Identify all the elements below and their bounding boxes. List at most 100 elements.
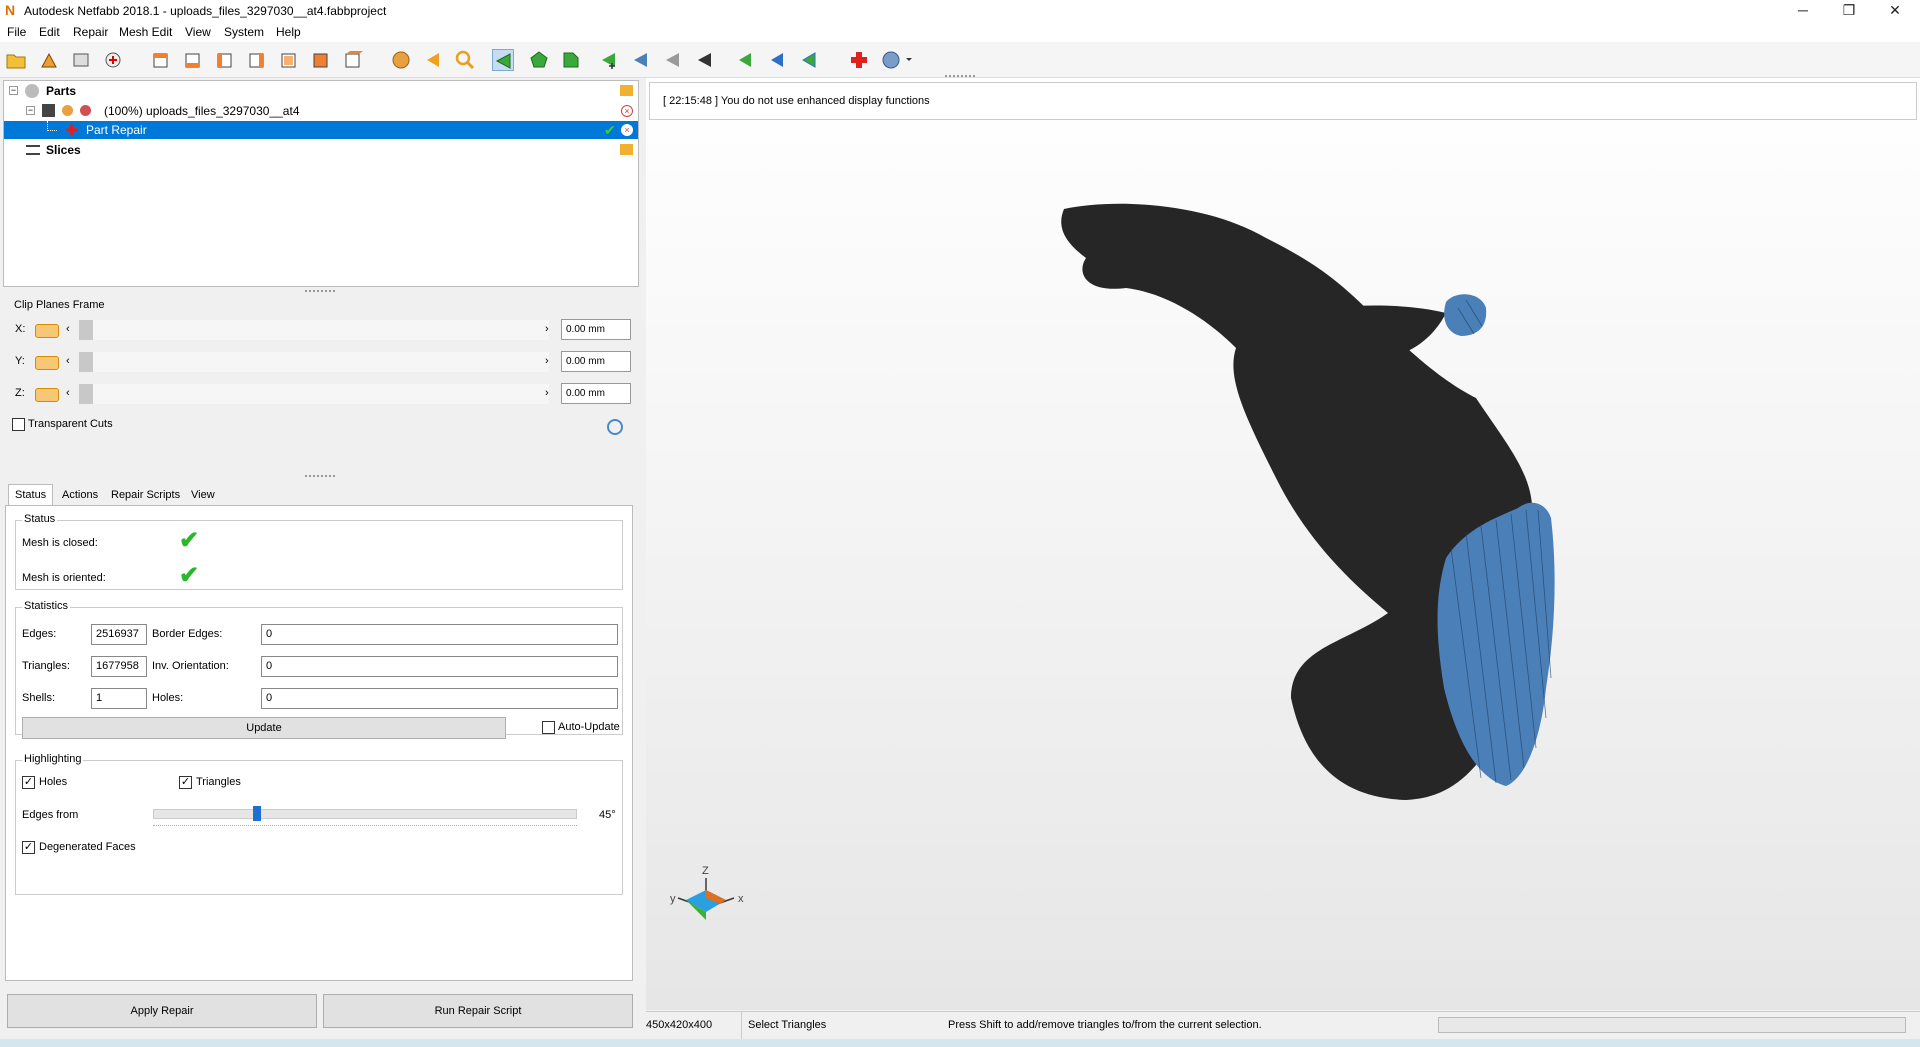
menu-help[interactable]: Help	[276, 25, 301, 39]
parts-folder-icon[interactable]	[620, 85, 633, 96]
slider-thumb[interactable]	[79, 320, 93, 340]
nav-back-green-icon[interactable]	[734, 49, 756, 71]
holes-label: Holes:	[152, 692, 184, 704]
clip-toggle-icon[interactable]	[35, 388, 59, 402]
view-back-icon[interactable]	[182, 49, 204, 71]
print-icon[interactable]	[70, 49, 92, 71]
axis-x-label: x	[738, 893, 744, 905]
open-folder-icon[interactable]	[5, 49, 27, 71]
slider-right-arrow-icon[interactable]: ›	[545, 355, 549, 367]
apply-check-icon[interactable]: ✔	[604, 121, 616, 139]
tree-parts-node[interactable]: − Parts	[4, 82, 638, 100]
view-iso-icon[interactable]	[342, 49, 364, 71]
tree-slices-node[interactable]: Slices	[4, 141, 638, 159]
tree-part-node[interactable]: − (100%) uploads_files_3297030__at4 ×	[4, 102, 638, 120]
select-surface-icon[interactable]	[528, 49, 550, 71]
slider-thumb[interactable]	[253, 806, 261, 821]
reset-clip-icon[interactable]	[607, 419, 623, 435]
tab-repair-scripts[interactable]: Repair Scripts	[104, 484, 187, 506]
edges-from-label: Edges from	[22, 809, 79, 821]
clip-value-y[interactable]: 0.00 mm	[561, 351, 631, 372]
triangles-checkbox[interactable]: ✓	[179, 776, 192, 789]
slices-folder-icon[interactable]	[620, 144, 633, 155]
clip-slider-y[interactable]	[79, 352, 549, 372]
apply-repair-button[interactable]: Apply Repair	[7, 994, 317, 1028]
slider-left-arrow-icon[interactable]: ‹	[66, 387, 70, 399]
part-color-icon[interactable]	[80, 105, 91, 116]
slider-right-arrow-icon[interactable]: ›	[545, 323, 549, 335]
status-group: Status Mesh is closed: ✔ Mesh is oriente…	[15, 513, 623, 590]
slider-left-arrow-icon[interactable]: ‹	[66, 355, 70, 367]
edges-angle-slider[interactable]	[153, 809, 577, 819]
arrow-left-icon[interactable]	[422, 49, 444, 71]
shading-sphere-icon[interactable]	[390, 49, 412, 71]
edges-angle-value: 45°	[599, 809, 616, 821]
clip-value-z[interactable]: 0.00 mm	[561, 383, 631, 404]
slider-left-arrow-icon[interactable]: ‹	[66, 323, 70, 335]
collapse-icon[interactable]: −	[26, 106, 35, 115]
clip-slider-z[interactable]	[79, 384, 549, 404]
repair-tabs-panel: Status Actions Repair Scripts View Statu…	[5, 484, 635, 982]
axis-y-label: y	[670, 893, 676, 905]
auto-update-checkbox[interactable]	[542, 721, 555, 734]
select-shell-icon[interactable]	[560, 49, 582, 71]
menu-view[interactable]: View	[185, 25, 211, 39]
repair-cross-icon[interactable]	[848, 49, 870, 71]
slider-thumb[interactable]	[79, 384, 93, 404]
clip-toggle-icon[interactable]	[35, 356, 59, 370]
add-triangle-icon[interactable]	[598, 49, 620, 71]
splitter-handle[interactable]	[305, 475, 335, 479]
menu-edit[interactable]: Edit	[39, 25, 60, 39]
mesh-split-icon[interactable]	[630, 49, 652, 71]
restore-button[interactable]: ❐	[1826, 0, 1872, 22]
zoom-icon[interactable]	[454, 49, 476, 71]
nav-back-blue-icon[interactable]	[766, 49, 788, 71]
degenerated-faces-checkbox[interactable]: ✓	[22, 841, 35, 854]
window-title: Autodesk Netfabb 2018.1 - uploads_files_…	[24, 4, 387, 18]
slider-thumb[interactable]	[79, 352, 93, 372]
mesh-model[interactable]: Z y x	[646, 78, 1920, 1010]
close-button[interactable]: ✕	[1872, 0, 1918, 22]
select-triangles-icon[interactable]	[492, 49, 514, 71]
cancel-repair-icon[interactable]: ×	[621, 124, 633, 136]
mesh-tool-dark-icon[interactable]	[694, 49, 716, 71]
view-top-icon[interactable]	[278, 49, 300, 71]
add-part-icon[interactable]	[38, 49, 60, 71]
add-icon[interactable]	[102, 49, 124, 71]
clip-slider-x[interactable]	[79, 320, 549, 340]
remove-part-icon[interactable]: ×	[621, 105, 633, 117]
minimize-button[interactable]: ─	[1780, 0, 1826, 22]
menu-repair[interactable]: Repair	[73, 25, 108, 39]
status-hint: Press Shift to add/remove triangles to/f…	[948, 1019, 1262, 1031]
border-edges-label: Border Edges:	[152, 628, 223, 640]
menu-system[interactable]: System	[224, 25, 264, 39]
view-front-icon[interactable]	[150, 49, 172, 71]
tab-view[interactable]: View	[184, 484, 222, 506]
update-button[interactable]: Update	[22, 717, 506, 739]
collapse-icon[interactable]: −	[9, 86, 18, 95]
netfabb-logo-icon: N	[5, 2, 16, 18]
transparent-cuts-checkbox[interactable]	[12, 418, 25, 431]
mesh-tool-icon[interactable]	[662, 49, 684, 71]
view-right-icon[interactable]	[246, 49, 268, 71]
view-left-icon[interactable]	[214, 49, 236, 71]
tree-connector	[47, 121, 57, 131]
highlighting-group-title: Highlighting	[22, 753, 84, 765]
3d-viewport[interactable]: [ 22:15:48 ] You do not use enhanced dis…	[646, 78, 1920, 1010]
run-repair-script-button[interactable]: Run Repair Script	[323, 994, 633, 1028]
help-dropdown-icon[interactable]	[880, 49, 914, 71]
splitter-handle[interactable]	[305, 290, 335, 294]
menu-mesh-edit[interactable]: Mesh Edit	[119, 25, 172, 39]
tab-status[interactable]: Status	[8, 484, 54, 506]
menu-file[interactable]: File	[7, 25, 26, 39]
holes-checkbox[interactable]: ✓	[22, 776, 35, 789]
nav-back-multi-icon[interactable]	[798, 49, 820, 71]
clip-toggle-icon[interactable]	[35, 324, 59, 338]
clip-value-x[interactable]: 0.00 mm	[561, 319, 631, 340]
view-bottom-icon[interactable]	[310, 49, 332, 71]
tree-part-repair-node[interactable]: ✚ Part Repair ✔ ×	[4, 121, 638, 139]
tab-actions[interactable]: Actions	[55, 484, 105, 506]
part-visibility-icon[interactable]	[62, 105, 73, 116]
slider-right-arrow-icon[interactable]: ›	[545, 387, 549, 399]
holes-highlight-label: Holes	[39, 776, 68, 788]
